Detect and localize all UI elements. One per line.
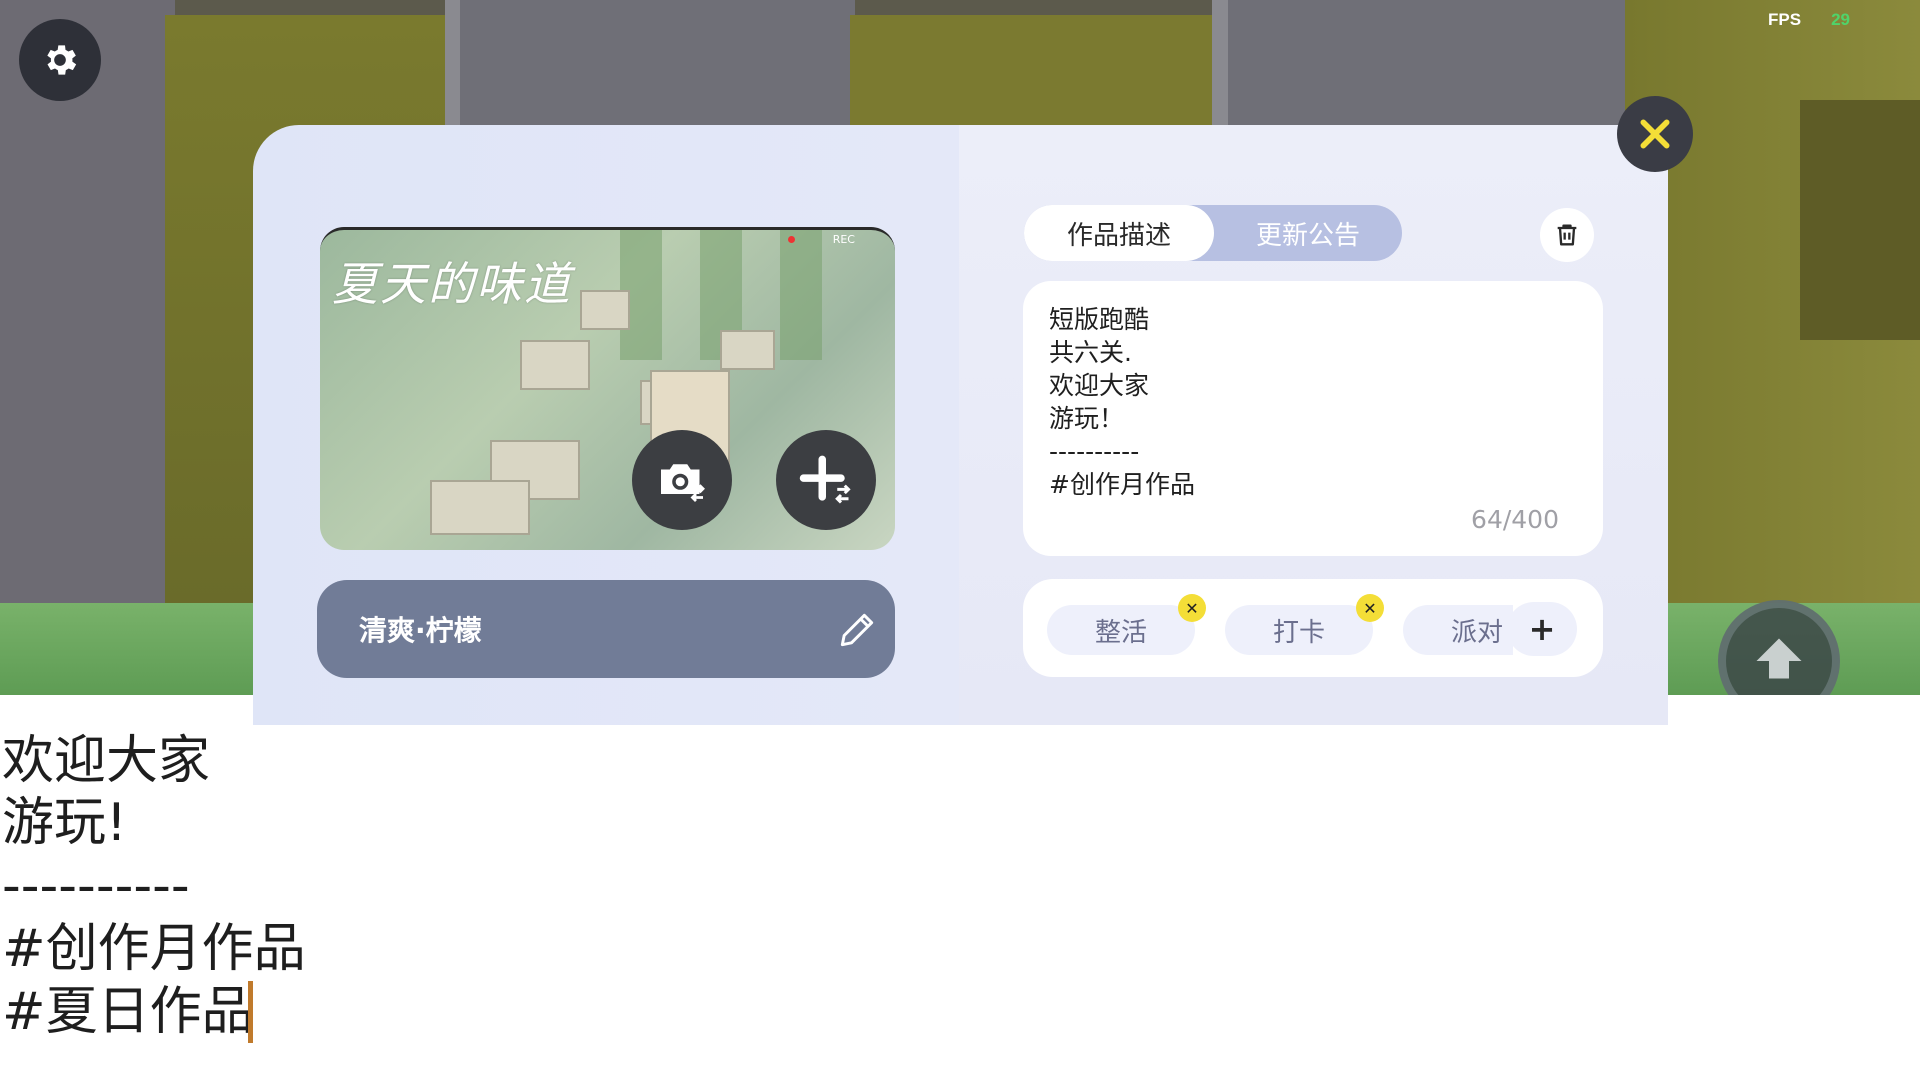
camera-switch-icon xyxy=(661,464,705,502)
settings-button[interactable] xyxy=(19,19,101,101)
editor-line: 欢迎大家 xyxy=(2,731,211,791)
content-tabs: 作品描述 更新公告 xyxy=(1024,205,1402,261)
gear-icon xyxy=(47,45,77,75)
rec-label: REC xyxy=(832,233,855,246)
preview-decoration xyxy=(430,480,530,535)
fps-label: FPS xyxy=(1768,10,1802,29)
description-line: 欢迎大家 xyxy=(1049,371,1150,400)
preview-decoration xyxy=(780,230,822,360)
text-input-editor[interactable]: 欢迎大家 游玩! ---------- #创作月作品 #夏日作品 xyxy=(0,725,1920,1080)
fps-value: 29 xyxy=(1831,10,1850,29)
rec-indicator xyxy=(788,236,795,243)
editor-line: 游玩! xyxy=(2,793,127,853)
trash-icon xyxy=(1557,224,1577,246)
tab-update-notice[interactable]: 更新公告 xyxy=(1214,205,1402,261)
clear-button[interactable] xyxy=(1540,208,1594,262)
tag-list: 整活 打卡 派对 + xyxy=(1023,579,1603,677)
arrow-up-icon xyxy=(1756,638,1802,679)
tag-chip[interactable]: 派对 xyxy=(1403,605,1513,655)
tag-remove-button[interactable]: ✕ xyxy=(1356,594,1384,622)
editor-line: #创作月作品 xyxy=(2,919,306,979)
tag-overflow-clip: 派对 xyxy=(1403,605,1513,655)
description-line: 短版跑酷 xyxy=(1049,305,1150,334)
preview-decoration xyxy=(580,290,630,330)
description-textarea[interactable]: 短版跑酷 共六关. 欢迎大家 游玩！ ---------- #创作月作品 64/… xyxy=(1023,281,1603,556)
tag-chip[interactable]: 整活 xyxy=(1047,605,1195,655)
add-image-icon xyxy=(799,455,851,504)
map-name: 清爽·柠檬 xyxy=(359,614,482,647)
preview-decoration xyxy=(520,340,590,390)
preview-decoration xyxy=(720,330,775,370)
scene-wall xyxy=(0,0,175,605)
preview-title: 夏天的味道 xyxy=(332,257,572,311)
close-button[interactable] xyxy=(1617,96,1693,172)
scene-wall xyxy=(460,0,855,130)
description-line: #创作月作品 xyxy=(1049,470,1195,499)
close-icon: ✕ xyxy=(1185,598,1199,618)
tag-label: 派对 xyxy=(1450,617,1503,648)
description-line: 游玩！ xyxy=(1049,404,1125,433)
character-counter: 64/400 xyxy=(1471,505,1559,534)
camera-switch-button[interactable] xyxy=(632,430,732,530)
tag-remove-button[interactable]: ✕ xyxy=(1178,594,1206,622)
fps-counter: FPS 29 xyxy=(1768,10,1850,30)
add-tag-button[interactable]: + xyxy=(1507,602,1577,656)
pencil-icon[interactable] xyxy=(835,608,879,652)
tag-label: 打卡 xyxy=(1272,617,1325,648)
close-icon xyxy=(1640,119,1670,149)
text-caret xyxy=(248,981,253,1043)
tag-label: 整活 xyxy=(1094,617,1147,648)
add-image-button[interactable] xyxy=(776,430,876,530)
map-name-field[interactable]: 清爽·柠檬 xyxy=(317,580,895,678)
description-line: ---------- xyxy=(1049,437,1140,466)
tag-chip[interactable]: 打卡 xyxy=(1225,605,1373,655)
close-icon: ✕ xyxy=(1363,598,1377,618)
scene-block xyxy=(1800,100,1920,340)
editor-line: ---------- xyxy=(2,856,190,916)
description-line: 共六关. xyxy=(1049,338,1132,367)
tab-description[interactable]: 作品描述 xyxy=(1024,205,1214,261)
editor-line: #夏日作品 xyxy=(2,982,254,1042)
